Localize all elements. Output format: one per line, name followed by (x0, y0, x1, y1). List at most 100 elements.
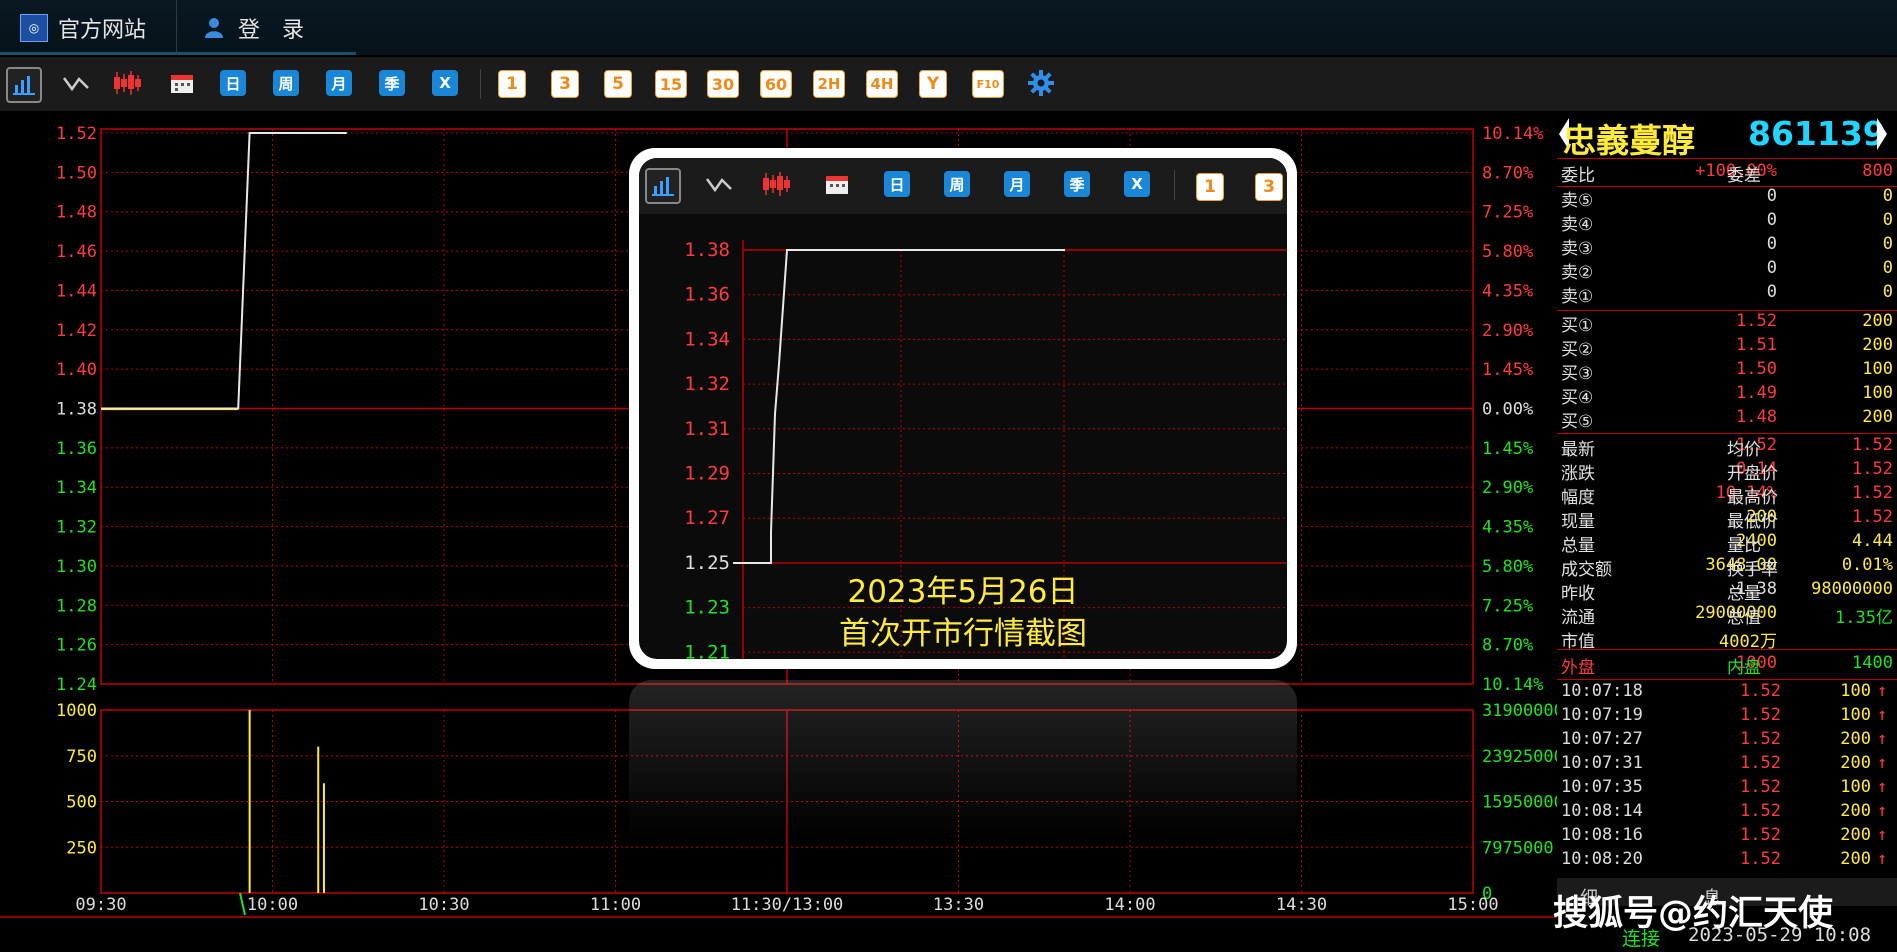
inset-divider (1174, 170, 1175, 200)
tick-price: 1.52 (1740, 729, 1781, 749)
price-tick-label: 1.50 (56, 163, 97, 183)
quote-row: 幅度 10.14% 最高价 1.52 (1561, 483, 1897, 508)
tick-direction-icon: ↑ (1877, 849, 1888, 869)
tick-direction-icon: ↑ (1877, 825, 1888, 845)
tick-volume: 200 (1840, 753, 1871, 773)
connection-status[interactable]: 连接 (1622, 924, 1660, 951)
candlestick-icon (763, 172, 790, 196)
pct-tick-label: 0.00% (1482, 400, 1533, 420)
pct-tick-label: 5.80% (1482, 557, 1533, 577)
ask-volume: 0 (1882, 234, 1893, 254)
quote-value: 1.35亿 (1835, 608, 1893, 628)
panel-divider (1557, 679, 1897, 680)
bid-price: 1.50 (1736, 359, 1777, 379)
quote-value: 1.52 (1852, 483, 1893, 503)
next-stock-arrow-icon[interactable] (1877, 118, 1887, 150)
quote-label: 成交额 (1561, 560, 1612, 580)
time-tick-label: 10:00 (247, 895, 298, 915)
price-tick-label: 1.46 (56, 242, 97, 262)
time-tick-label: 11:30/13:00 (731, 895, 844, 915)
bid-price: 1.51 (1736, 335, 1777, 355)
quote-value: 1.52 (1852, 459, 1893, 479)
volume-tick-label: 500 (66, 793, 97, 813)
pct-tick-label: 1.45% (1482, 439, 1533, 459)
pct-tick-label: 10.14% (1482, 124, 1543, 144)
tick-time: 10:08:20 (1561, 849, 1643, 869)
pct-tick-label: 5.80% (1482, 242, 1533, 262)
pct-tick-label: 1.45% (1482, 360, 1533, 380)
tick-time: 10:07:19 (1561, 705, 1643, 725)
quote-label: 均价 (1727, 440, 1761, 460)
bid-row: 买① 1.52 200 (1561, 311, 1897, 336)
ask-label: 卖① (1561, 287, 1594, 307)
inset-caption-date: 2023年5月26日 (847, 574, 1079, 610)
tick-direction-icon: ↑ (1877, 705, 1888, 725)
price-tick-label: 1.24 (56, 675, 97, 695)
tick-time: 10:08:16 (1561, 825, 1643, 845)
tick-price: 1.52 (1740, 777, 1781, 797)
time-tick-label: 10:30 (418, 895, 469, 915)
ask-label: 卖② (1561, 263, 1594, 283)
quote-value: 4002万 (1719, 632, 1777, 652)
price-tick-label: 1.42 (56, 321, 97, 341)
pct-tick-label: 4.35% (1482, 281, 1533, 301)
bid-row: 买④ 1.49 100 (1561, 383, 1897, 408)
inset-reflection (629, 680, 1297, 840)
tick-time: 10:07:31 (1561, 753, 1643, 773)
tick-price: 1.52 (1740, 753, 1781, 773)
price-tick-label: 1.26 (56, 636, 97, 656)
quote-label: 最低价 (1727, 512, 1778, 532)
price-line (101, 132, 347, 410)
bid-row: 买③ 1.50 100 (1561, 359, 1897, 384)
bid-volume: 100 (1862, 359, 1893, 379)
ask-row: 卖③ 0 0 (1561, 234, 1897, 259)
tick-row: 10:08:16 1.52 200 ↑ (1561, 825, 1897, 849)
pct-tick-label: 2.90% (1482, 478, 1533, 498)
quote-label: 幅度 (1561, 488, 1595, 508)
inset-week-button: 周 (944, 171, 970, 197)
ask-price: 0 (1766, 186, 1777, 206)
tick-direction-icon: ↑ (1877, 753, 1888, 773)
ask-row: 卖② 0 0 (1561, 258, 1897, 283)
bid-label: 买② (1561, 340, 1594, 360)
time-tick-label: 15:00 (1447, 895, 1498, 915)
quote-label: 总量 (1727, 584, 1761, 604)
inset-x-button: X (1124, 171, 1150, 197)
ask-price: 0 (1766, 210, 1777, 230)
volume-right-tick-label: 7975000 (1482, 838, 1554, 858)
weicha-label: 委差 (1727, 166, 1761, 186)
line-chart-icon (705, 178, 732, 193)
ask-label: 卖③ (1561, 239, 1594, 259)
pct-tick-label: 7.25% (1482, 203, 1533, 223)
ask-row: 卖④ 0 0 (1561, 210, 1897, 235)
quote-label: 最新 (1561, 440, 1595, 460)
tick-price: 1.52 (1740, 801, 1781, 821)
quote-label: 现量 (1561, 512, 1595, 532)
time-tick-label: 14:30 (1276, 895, 1327, 915)
bid-price: 1.49 (1736, 383, 1777, 403)
ask-price: 0 (1766, 258, 1777, 278)
tick-row: 10:07:35 1.52 100 ↑ (1561, 777, 1897, 801)
quote-label: 市值 (1561, 632, 1595, 652)
cursor-marker (239, 892, 246, 916)
tick-row: 10:07:27 1.52 200 ↑ (1561, 729, 1897, 753)
pct-tick-label: 7.25% (1482, 596, 1533, 616)
price-tick-label: 1.32 (56, 518, 97, 538)
inset-price-tick-label: 1.34 (684, 328, 730, 350)
status-datetime: 2023-05-29 10:08 (1688, 924, 1872, 946)
bid-price: 1.52 (1736, 311, 1777, 331)
inset-quarter-button: 季 (1064, 171, 1090, 197)
inset-time-sharing-button (645, 168, 681, 204)
inset-day-button: 日 (884, 171, 910, 197)
quote-row: 昨收 1.38 总量 98000000 (1561, 579, 1897, 604)
price-tick-label: 1.30 (56, 557, 97, 577)
quote-row: 涨跌 0.14 开盘价 1.52 (1561, 459, 1897, 484)
stock-name: 忠義蔓醇 (1563, 121, 1695, 160)
inset-line-button (703, 168, 735, 200)
tick-row: 10:08:14 1.52 200 ↑ (1561, 801, 1897, 825)
tick-row: 10:08:20 1.52 200 ↑ (1561, 849, 1897, 873)
quote-row: 市值 4002万 (1561, 627, 1897, 652)
tick-row: 10:07:19 1.52 100 ↑ (1561, 705, 1897, 729)
tick-price: 1.52 (1740, 849, 1781, 869)
volume-right-tick-label: 23925000 (1482, 747, 1557, 767)
